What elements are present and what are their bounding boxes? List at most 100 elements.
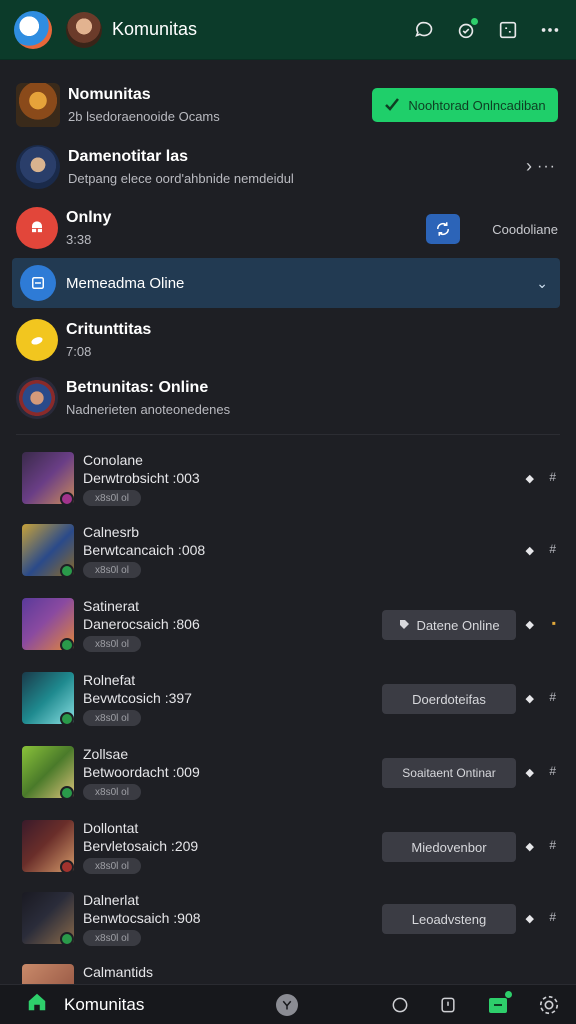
community-name: Betnunitas: Online: [66, 379, 209, 396]
game-name: Dalnerlat: [83, 892, 140, 908]
online-status-button[interactable]: Noohtorad Onlncadiban: [372, 88, 558, 122]
game-action-label: Datene Online: [416, 617, 500, 633]
diamond-icon[interactable]: ◆: [526, 618, 534, 631]
chevron-down-icon[interactable]: ⌄: [536, 275, 548, 292]
game-tag: x8s0l ol: [83, 562, 141, 578]
communities-icon[interactable]: [486, 991, 512, 1022]
more-options-icon[interactable]: ···: [537, 158, 556, 176]
community-name: Damenotitar las: [68, 148, 189, 165]
status-label: Coodoliane: [492, 222, 558, 237]
community-name: Critunttitas: [66, 321, 152, 338]
grid-icon[interactable]: #: [549, 838, 556, 852]
community-avatar: [16, 377, 58, 419]
highlight-banner[interactable]: Memeadma Oline ⌄: [12, 258, 560, 308]
game-badge-icon: [60, 492, 74, 506]
game-name: Calnesrb: [83, 524, 140, 540]
game-subtitle: Bervletosaich :209: [83, 838, 199, 854]
game-tag: x8s0l ol: [83, 710, 141, 726]
game-tag: x8s0l ol: [83, 930, 141, 946]
diamond-icon[interactable]: ◆: [526, 692, 534, 705]
game-badge-icon: [60, 638, 74, 652]
game-name: Dollontat: [83, 820, 139, 836]
game-action-button[interactable]: Leoadvsteng: [382, 904, 516, 934]
settings-icon[interactable]: [538, 994, 560, 1021]
game-badge-icon: [60, 564, 74, 578]
bottom-navigation: Komunitas: [0, 984, 576, 1024]
community-subtitle: 3:38: [66, 232, 92, 247]
list-item-community-5[interactable]: Betnunitas: Online Nadnerieten anoteoned…: [0, 374, 576, 422]
more-options-icon[interactable]: [538, 18, 562, 42]
game-row[interactable]: Rolnefat Bevwtcosich :397 x8s0l ol Doerd…: [0, 668, 576, 730]
diamond-icon[interactable]: ◆: [526, 840, 534, 853]
community-avatar: [16, 83, 60, 127]
community-subtitle: Detpang elece oord'ahbnide nemdeidul: [68, 171, 294, 186]
game-tag: x8s0l ol: [83, 784, 141, 800]
grid-icon[interactable]: #: [549, 690, 556, 704]
game-subtitle: Derwtrobsicht :003: [83, 470, 200, 486]
top-bar: Komunitas: [0, 0, 576, 60]
game-subtitle: Betwoordacht :009: [83, 764, 200, 780]
game-tag: x8s0l ol: [83, 858, 141, 874]
community-name: Nomunitas: [68, 86, 151, 103]
community-subtitle: 2b lsedoraenooide Ocams: [68, 109, 220, 124]
game-badge-icon: [60, 932, 74, 946]
game-tag: x8s0l ol: [83, 636, 141, 652]
game-row[interactable]: Zollsae Betwoordacht :009 x8s0l ol Soait…: [0, 742, 576, 804]
community-subtitle: Nadnerieten anoteonedenes: [66, 402, 231, 417]
game-subtitle: Berwtcancaich :008: [83, 542, 206, 558]
notification-dot: [471, 17, 478, 25]
chat-icon[interactable]: [412, 18, 436, 42]
home-icon[interactable]: [26, 991, 48, 1018]
check-icon: [384, 96, 400, 115]
community-name: Onlny: [66, 209, 112, 226]
game-name: Satinerat: [83, 598, 140, 614]
online-status-label: Noohtorad Onlncadiban: [408, 97, 546, 113]
diamond-icon[interactable]: ◆: [526, 912, 534, 925]
status-icon[interactable]: [454, 17, 478, 42]
game-row[interactable]: Satinerat Danerocsaich :806 x8s0l ol Dat…: [0, 594, 576, 656]
game-badge-icon: [60, 786, 74, 800]
community-avatar[interactable]: [66, 11, 102, 48]
game-subtitle: Benwtocsaich :908: [83, 910, 201, 926]
game-name: Rolnefat: [83, 672, 136, 688]
grid-icon[interactable]: ▪: [552, 616, 556, 630]
community-avatar: [16, 319, 58, 361]
diamond-icon[interactable]: ◆: [526, 766, 534, 779]
grid-icon[interactable]: #: [549, 542, 556, 556]
game-action-button[interactable]: Datene Online: [382, 610, 516, 640]
sync-icon[interactable]: [426, 214, 460, 244]
game-subtitle: Danerocsaich :806: [83, 616, 200, 632]
notification-dot: [505, 991, 512, 998]
chat-icon[interactable]: [390, 995, 410, 1020]
chevron-right-icon[interactable]: ›: [526, 156, 532, 177]
game-row[interactable]: Dollontat Bervletosaich :209 x8s0l ol Mi…: [0, 816, 576, 878]
game-row[interactable]: Dalnerlat Benwtocsaich :908 x8s0l ol Leo…: [0, 888, 576, 950]
list-item-community-4[interactable]: Critunttitas 7:08: [0, 316, 576, 364]
game-name: Zollsae: [83, 746, 129, 762]
game-row[interactable]: Calmantids: [0, 960, 576, 984]
game-name: Calmantids: [83, 964, 154, 980]
grid-icon[interactable]: #: [549, 470, 556, 484]
profile-avatar[interactable]: [14, 10, 52, 49]
game-action-button[interactable]: Miedovenbor: [382, 832, 516, 862]
grid-icon[interactable]: #: [549, 910, 556, 924]
divider: [16, 434, 560, 435]
game-name: Conolane: [83, 452, 143, 468]
diamond-icon[interactable]: ◆: [526, 544, 534, 557]
community-avatar: [16, 207, 58, 249]
game-badge-icon: [60, 860, 74, 874]
list-item-community-2[interactable]: Damenotitar las Detpang elece oord'ahbni…: [0, 142, 576, 192]
community-avatar: [16, 145, 60, 189]
explore-icon[interactable]: [276, 994, 298, 1016]
new-community-icon[interactable]: [496, 18, 520, 42]
game-action-button[interactable]: Doerdoteifas: [382, 684, 516, 714]
list-item-community-3[interactable]: Onlny 3:38: [0, 204, 576, 252]
game-thumbnail: [22, 964, 74, 984]
game-row[interactable]: Conolane Derwtrobsicht :003 x8s0l ol ◆ #: [0, 448, 576, 510]
notifications-icon[interactable]: [438, 995, 458, 1020]
diamond-icon[interactable]: ◆: [526, 472, 534, 485]
game-row[interactable]: Calnesrb Berwtcancaich :008 x8s0l ol ◆ #: [0, 520, 576, 582]
game-action-button[interactable]: Soaitaent Ontinar: [382, 758, 516, 788]
grid-icon[interactable]: #: [549, 764, 556, 778]
banner-label: Memeadma Oline: [66, 274, 185, 292]
